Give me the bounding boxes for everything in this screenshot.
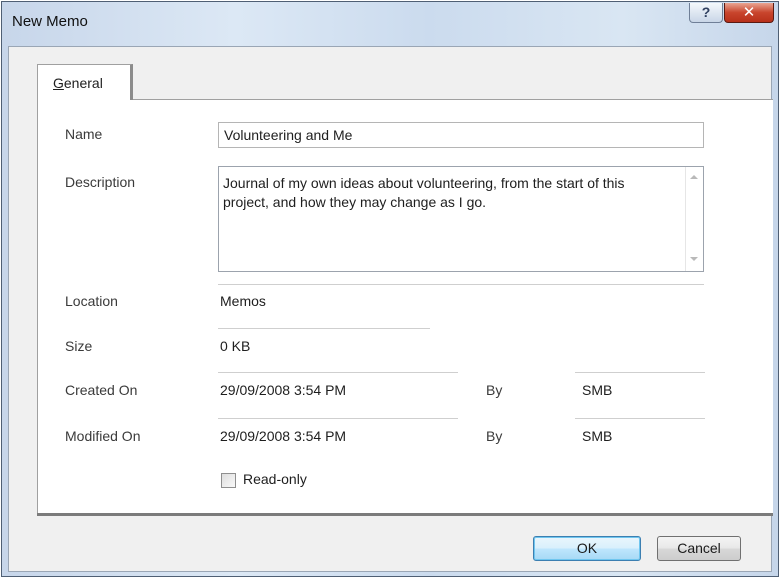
panel-divider (37, 513, 773, 516)
window-title: New Memo (12, 13, 88, 30)
tab-general-label: General (53, 75, 103, 91)
name-label: Name (65, 126, 103, 142)
scroll-down-arrow-icon[interactable] (690, 257, 698, 261)
ok-button[interactable]: OK (533, 536, 641, 561)
created-on-label: Created On (65, 382, 138, 398)
created-by-value: SMB (575, 372, 705, 402)
general-tab-panel: Name Volunteering and Me Description Jou… (37, 99, 773, 513)
tab-general[interactable]: General (37, 64, 133, 100)
dialog-client-area: General Name Volunteering and Me Descrip… (8, 46, 773, 572)
created-by-label: By (486, 382, 503, 398)
title-bar[interactable]: New Memo ? ✕ (2, 2, 778, 46)
dialog-window: New Memo ? ✕ General Name Volunteering a… (1, 1, 779, 577)
cancel-button[interactable]: Cancel (657, 536, 741, 561)
question-mark-icon: ? (701, 4, 711, 20)
description-label: Description (65, 174, 136, 190)
scroll-up-arrow-icon[interactable] (690, 175, 698, 179)
description-text: Journal of my own ideas about volunteeri… (223, 175, 625, 210)
location-value: Memos (218, 284, 704, 314)
help-button[interactable]: ? (689, 3, 723, 23)
modified-on-label: Modified On (65, 428, 141, 444)
read-only-label[interactable]: Read-only (243, 471, 307, 487)
read-only-checkbox[interactable] (221, 473, 236, 488)
size-label: Size (65, 338, 93, 354)
modified-on-value: 29/09/2008 3:54 PM (218, 418, 458, 448)
created-on-value: 29/09/2008 3:54 PM (218, 372, 458, 402)
close-icon: ✕ (742, 4, 756, 21)
description-scrollbar[interactable] (685, 167, 703, 271)
modified-by-label: By (486, 428, 503, 444)
description-textarea[interactable]: Journal of my own ideas about volunteeri… (218, 166, 704, 272)
close-button[interactable]: ✕ (724, 3, 774, 23)
name-input[interactable]: Volunteering and Me (218, 122, 704, 148)
location-label: Location (65, 293, 118, 309)
size-value: 0 KB (218, 328, 430, 358)
modified-by-value: SMB (575, 418, 705, 448)
